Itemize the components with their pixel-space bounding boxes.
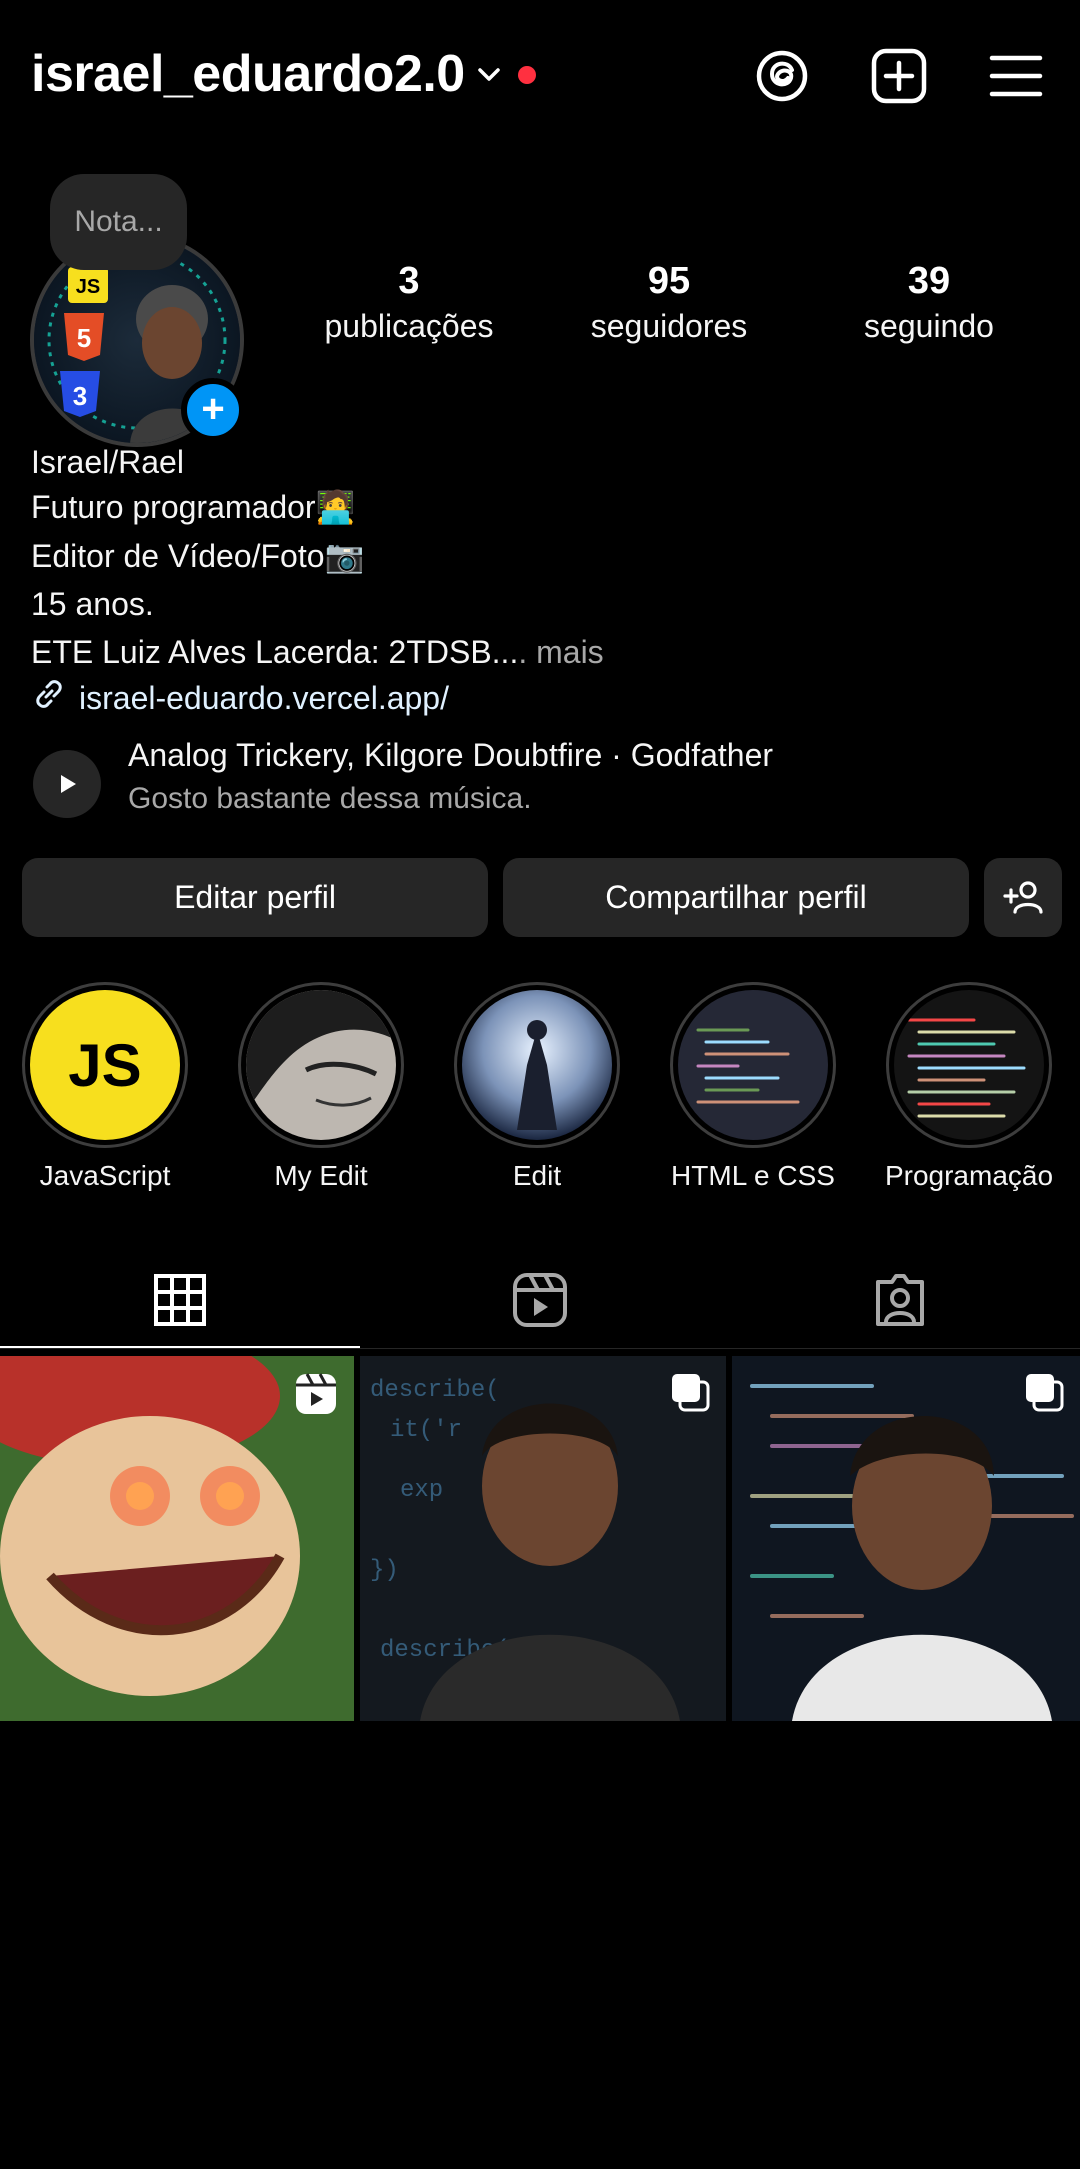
- post-thumbnail[interactable]: [0, 1356, 354, 1721]
- tab-divider: [0, 1348, 1080, 1349]
- highlight-my-edit[interactable]: My Edit: [236, 982, 406, 1192]
- stat-followers[interactable]: 95 seguidores: [549, 258, 789, 348]
- highlight-label: JavaScript: [39, 1160, 171, 1191]
- stat-following[interactable]: 39 seguindo: [809, 258, 1049, 348]
- tab-posts-grid[interactable]: [0, 1260, 360, 1340]
- edit-profile-button[interactable]: Editar perfil: [22, 858, 488, 937]
- highlight-cover-edit: [462, 990, 612, 1140]
- threads-icon[interactable]: [752, 46, 812, 106]
- highlight-ring: [670, 982, 836, 1148]
- highlight-edit[interactable]: Edit: [452, 982, 622, 1192]
- bio-truncated: ETE Luiz Alves Lacerda: 2TDSB.... mais: [31, 634, 604, 671]
- music-play-button[interactable]: [33, 750, 101, 818]
- highlight-cover-js: JS: [30, 990, 180, 1140]
- music-caption: Gosto bastante dessa música.: [128, 782, 532, 815]
- svg-text:describe(: describe(: [370, 1377, 500, 1404]
- highlight-html-css[interactable]: HTML e CSS: [668, 982, 838, 1192]
- highlight-label: Programação: [884, 1160, 1054, 1191]
- tab-tagged[interactable]: [720, 1260, 1080, 1340]
- highlight-ring: [454, 982, 620, 1148]
- svg-text:5: 5: [77, 323, 91, 353]
- bio-more-link[interactable]: . mais: [518, 634, 603, 670]
- highlight-label: Edit: [512, 1160, 562, 1191]
- post-thumbnail[interactable]: [732, 1356, 1080, 1721]
- highlight-ring: [238, 982, 404, 1148]
- profile-link[interactable]: israel-eduardo.vercel.app/: [31, 676, 449, 720]
- play-icon: [61, 775, 76, 793]
- carousel-indicator-icon: [1024, 1372, 1064, 1417]
- highlight-ring: JS: [22, 982, 188, 1148]
- reel-indicator-icon: [294, 1372, 338, 1421]
- link-icon: [31, 676, 67, 720]
- reels-icon: [513, 1273, 567, 1327]
- add-person-icon: [1003, 880, 1043, 914]
- stat-count: 39: [907, 260, 951, 302]
- menu-icon[interactable]: [986, 46, 1046, 106]
- music-title[interactable]: Analog Trickery, Kilgore Doubtfire · God…: [128, 737, 773, 774]
- note-bubble[interactable]: Nota...: [50, 174, 187, 270]
- js-logo-text: JS: [68, 1031, 142, 1099]
- svg-text:}): }): [370, 1557, 399, 1584]
- highlight-label: HTML e CSS: [671, 1160, 835, 1191]
- svg-text:it('r: it('r: [390, 1417, 462, 1444]
- bio-line: Futuro programador🧑‍💻: [31, 489, 356, 525]
- stat-label: seguindo: [864, 308, 994, 344]
- tab-reels[interactable]: [360, 1260, 720, 1340]
- svg-text:exp: exp: [400, 1477, 443, 1504]
- tagged-icon: [876, 1274, 924, 1326]
- stat-label: publicações: [324, 308, 494, 344]
- highlight-programacao[interactable]: Programação: [884, 982, 1054, 1192]
- grid-icon: [154, 1274, 206, 1326]
- post-thumbnail[interactable]: describe(it('r exp}) describe(': [360, 1356, 726, 1721]
- new-post-icon[interactable]: [869, 46, 929, 106]
- highlight-label: My Edit: [274, 1160, 368, 1191]
- add-story-icon[interactable]: +: [181, 378, 245, 442]
- svg-text:JS: JS: [76, 276, 100, 298]
- highlight-cover-my-edit: [246, 990, 396, 1140]
- profile-username[interactable]: israel_eduardo2.0: [31, 44, 465, 104]
- highlight-cover-html-css: [678, 990, 828, 1140]
- bio-line: Editor de Vídeo/Foto📷: [31, 538, 365, 574]
- stat-count: 95: [647, 260, 691, 302]
- bio-truncated-text: ETE Luiz Alves Lacerda: 2TDSB...: [31, 634, 519, 670]
- highlight-javascript[interactable]: JS JavaScript: [20, 982, 190, 1192]
- stat-label: seguidores: [590, 308, 748, 344]
- profile-name: Israel/Rael: [31, 444, 184, 480]
- stat-posts[interactable]: 3 publicações: [289, 258, 529, 348]
- svg-text:3: 3: [73, 381, 87, 411]
- highlight-ring: [886, 982, 1052, 1148]
- share-profile-button[interactable]: Compartilhar perfil: [503, 858, 969, 937]
- discover-people-button[interactable]: [984, 858, 1062, 937]
- stat-count: 3: [398, 260, 420, 302]
- notification-dot: [518, 66, 536, 84]
- chevron-down-icon[interactable]: [474, 60, 504, 90]
- highlight-cover-programacao: [894, 990, 1044, 1140]
- profile-link-text[interactable]: israel-eduardo.vercel.app/: [79, 680, 449, 717]
- bio-line: 15 anos.: [31, 586, 154, 622]
- carousel-indicator-icon: [670, 1372, 710, 1417]
